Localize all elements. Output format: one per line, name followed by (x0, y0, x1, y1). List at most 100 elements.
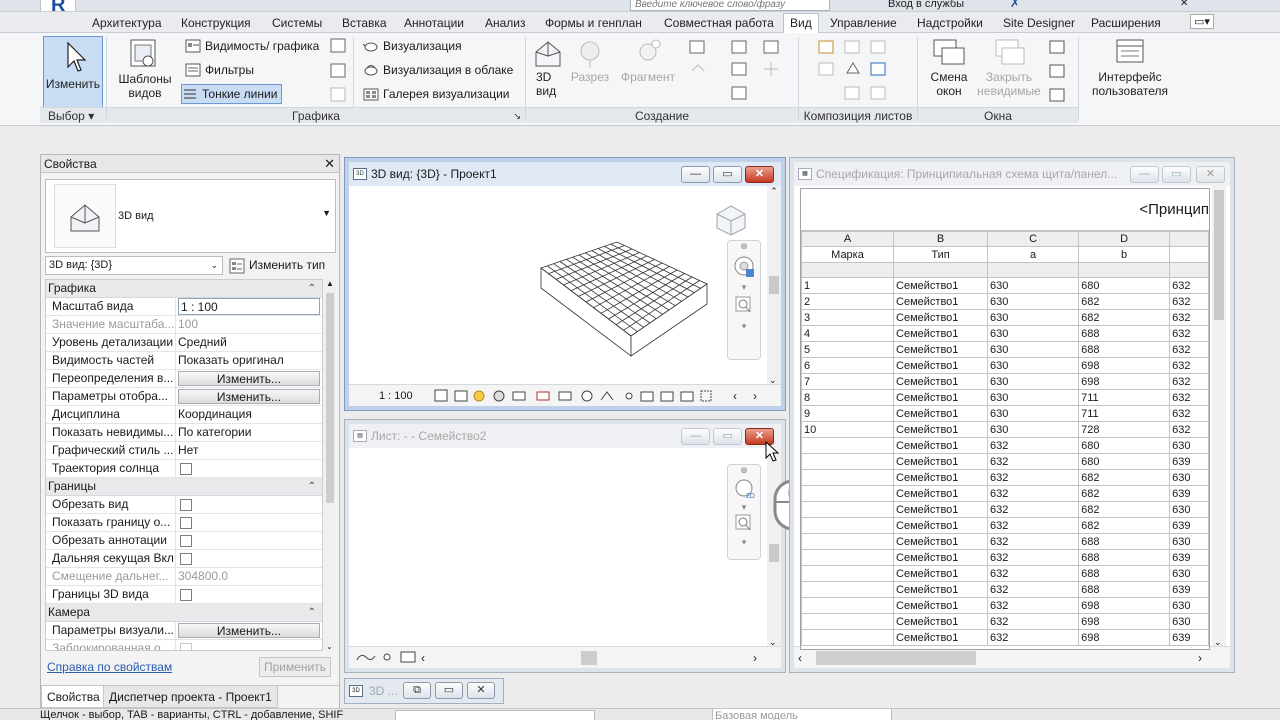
table-cell[interactable] (801, 549, 895, 566)
switch-windows-button[interactable]: Смена окон (924, 36, 974, 108)
table-cell[interactable]: Семейство1 (893, 389, 989, 406)
table-cell[interactable]: 682 (1078, 501, 1171, 518)
table-cell[interactable]: 632 (987, 549, 1080, 566)
close-button[interactable]: ✕ (1196, 166, 1225, 183)
sign-in-button[interactable]: Вход в службы (888, 0, 964, 10)
modify-button[interactable]: Изменить (43, 36, 103, 108)
table-cell[interactable]: 630 (987, 357, 1080, 374)
table-cell[interactable]: 630 (1169, 597, 1209, 614)
viewcube-icon[interactable] (711, 202, 751, 238)
scrollbar-thumb[interactable] (326, 293, 334, 503)
table-cell[interactable]: 639 (1169, 517, 1209, 534)
table-row[interactable]: Семейство1 632 682 630 (801, 469, 1209, 486)
table-cell[interactable]: 698 (1078, 629, 1171, 646)
table-cell[interactable]: Семейство1 (893, 501, 989, 518)
callout-button[interactable]: Фрагмент (618, 36, 678, 96)
table-row[interactable]: Семейство1 632 698 630 (801, 597, 1209, 614)
table-cell[interactable]: 711 (1078, 389, 1171, 406)
table-cell[interactable]: Семейство1 (893, 549, 989, 566)
table-cell[interactable]: 8 (801, 389, 895, 406)
restore-button[interactable]: ⧉ (403, 682, 431, 699)
table-cell[interactable]: 698 (1078, 597, 1171, 614)
table-cell[interactable]: Семейство1 (893, 565, 989, 582)
table-cell[interactable]: Семейство1 (893, 581, 989, 598)
collapse-icon[interactable]: ⌃ (308, 604, 316, 621)
close-hidden-button[interactable]: Закрыть невидимые (976, 36, 1042, 108)
table-cell[interactable]: 6 (801, 357, 895, 374)
scroll-left-icon[interactable]: ‹ (733, 385, 737, 407)
table-cell[interactable]: 682 (1078, 517, 1171, 534)
table-cell[interactable] (801, 262, 895, 278)
table-cell[interactable]: 630 (1169, 501, 1209, 518)
table-cell[interactable]: 632 (1169, 357, 1209, 374)
scroll-right-icon[interactable]: › (1198, 647, 1202, 669)
apply-button[interactable]: Применить (259, 657, 331, 677)
tab-view[interactable]: Вид (783, 13, 819, 34)
table-cell[interactable]: C (987, 231, 1080, 247)
type-selector[interactable]: 3D вид ▼ (45, 179, 336, 253)
edit-overrides-button[interactable]: Изменить... (178, 371, 320, 386)
close-icon[interactable]: ✕ (1180, 0, 1188, 9)
table-cell[interactable]: 632 (1169, 341, 1209, 358)
table-row[interactable]: 8 Семейство1 630 711 632 (801, 389, 1209, 406)
table-cell[interactable]: 682 (1078, 309, 1171, 326)
table-row[interactable]: 10 Семейство1 630 728 632 (801, 421, 1209, 438)
table-cell[interactable]: 632 (1169, 309, 1209, 326)
horizontal-scroll-thumb[interactable] (581, 651, 597, 665)
view-templates-button[interactable]: Шаблоны видов (113, 36, 177, 108)
chevron-down-icon[interactable]: ⌄ (210, 257, 218, 274)
table-row[interactable]: Семейство1 632 688 639 (801, 581, 1209, 598)
table-cell[interactable]: 698 (1078, 613, 1171, 630)
table-cell[interactable]: 632 (987, 469, 1080, 486)
table-cell[interactable]: 632 (987, 613, 1080, 630)
prop-value[interactable]: Показать оригинал (176, 352, 322, 369)
table-cell[interactable]: 688 (1078, 341, 1171, 358)
prop-row[interactable]: Траектория солнца (46, 460, 322, 478)
select-panel-label[interactable]: Выбор ▾ (40, 107, 106, 123)
table-cell[interactable]: 632 (1169, 293, 1209, 310)
table-cell[interactable] (893, 262, 989, 278)
table-cell[interactable]: 630 (987, 389, 1080, 406)
table-row[interactable]: 4 Семейство1 630 688 632 (801, 325, 1209, 342)
table-cell[interactable]: 1 (801, 277, 895, 294)
search-input[interactable]: Введите ключевое слово/фразу (630, 0, 830, 11)
maximize-button[interactable]: ▭ (1162, 166, 1191, 183)
table-cell[interactable]: Семейство1 (893, 437, 989, 454)
view3d-scrollbar[interactable]: ⌃ ⌄ (767, 186, 781, 386)
crop-region-visible-checkbox[interactable] (180, 517, 192, 529)
filters-button[interactable]: Фильтры (185, 60, 254, 80)
table-cell[interactable]: 680 (1078, 277, 1171, 294)
minimize-button[interactable]: — (681, 428, 710, 445)
table-cell[interactable]: 630 (987, 405, 1080, 422)
table-cell[interactable] (801, 597, 895, 614)
table-cell[interactable]: 2 (801, 293, 895, 310)
table-cell[interactable] (1169, 262, 1209, 278)
table-cell[interactable]: 632 (1169, 405, 1209, 422)
section-header-graphics[interactable]: Графика ⌃ (46, 280, 322, 298)
table-cell[interactable]: 632 (1169, 389, 1209, 406)
table-cell[interactable]: 632 (1169, 373, 1209, 390)
view-instance-selector[interactable]: 3D вид: {3D} ⌄ (45, 256, 223, 275)
close-button[interactable]: ✕ (745, 166, 774, 183)
table-cell[interactable]: 698 (1078, 373, 1171, 390)
table-cell[interactable] (801, 485, 895, 502)
table-cell[interactable]: Семейство1 (893, 373, 989, 390)
table-cell[interactable]: Семейство1 (893, 453, 989, 470)
table-cell[interactable]: 682 (1078, 293, 1171, 310)
table-cell[interactable] (801, 517, 895, 534)
prop-row[interactable]: Переопределения в... Изменить... (46, 370, 322, 388)
section-header-extents[interactable]: Границы ⌃ (46, 478, 322, 496)
properties-help-link[interactable]: Справка по свойствам (47, 660, 172, 674)
table-cell[interactable]: Семейство1 (893, 293, 989, 310)
prop-value[interactable]: Координация (176, 406, 322, 423)
dialog-launcher-icon[interactable]: ↘ (513, 108, 521, 124)
prop-value[interactable]: Средний (176, 334, 322, 351)
prop-row[interactable]: Показать невидимы... По категории (46, 424, 322, 442)
table-cell[interactable]: a (987, 246, 1080, 263)
prop-row[interactable]: Дальняя секущая Вкл (46, 550, 322, 568)
table-cell[interactable]: 3 (801, 309, 895, 326)
sheet-control-icons[interactable] (355, 650, 425, 666)
tab-architecture[interactable]: Архитектура (86, 14, 168, 32)
table-cell[interactable]: 680 (1078, 453, 1171, 470)
table-cell[interactable]: A (801, 231, 895, 247)
